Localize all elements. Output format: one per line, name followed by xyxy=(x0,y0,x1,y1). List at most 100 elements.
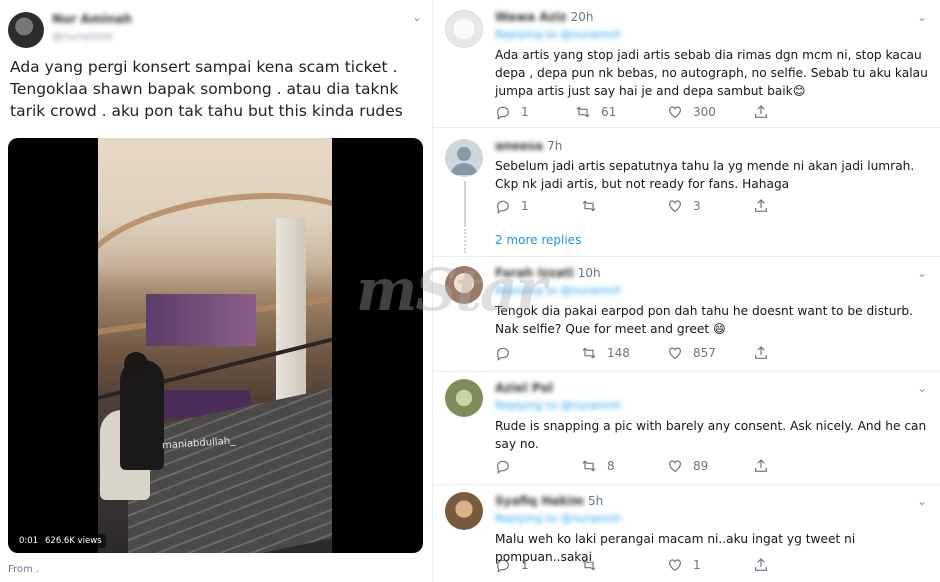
op-avatar[interactable] xyxy=(8,12,44,48)
retweet-icon xyxy=(576,106,590,118)
video-views: 626.6K views xyxy=(41,534,106,548)
reply-icon xyxy=(497,460,509,474)
share-icon xyxy=(755,105,767,118)
source-footer[interactable]: From . xyxy=(8,564,39,575)
heart-icon xyxy=(669,106,681,119)
retweet-button[interactable]: 148 xyxy=(581,344,630,362)
share-icon xyxy=(755,459,767,472)
video-time: 0:01 xyxy=(15,534,43,548)
reply-button[interactable]: 1 xyxy=(495,103,529,121)
heart-icon xyxy=(669,460,681,473)
like-count: 3 xyxy=(693,199,701,213)
reply-time: 10h xyxy=(577,266,601,280)
reply-icon xyxy=(497,559,509,573)
retweet-button[interactable]: 61 xyxy=(575,103,616,121)
reply-button[interactable] xyxy=(495,457,521,475)
reply-text: Rude is snapping a pic with barely any c… xyxy=(495,419,927,451)
reply-button[interactable] xyxy=(495,344,521,362)
reply-time: 7h xyxy=(547,139,563,153)
like-count: 1 xyxy=(693,558,701,572)
heart-icon xyxy=(669,559,681,572)
reply-count: 1 xyxy=(521,558,529,572)
like-count: 89 xyxy=(693,459,709,473)
reply-header[interactable]: Aziel Pol xyxy=(495,381,557,395)
replying-to[interactable]: Replying to @nuramnh xyxy=(495,28,621,41)
reply-header[interactable]: Wawa Aziz 20h xyxy=(495,10,594,24)
like-count: 300 xyxy=(693,105,716,119)
reply-text: Ada artis yang stop jadi artis sebab dia… xyxy=(495,48,928,98)
share-button[interactable] xyxy=(753,103,779,121)
replying-to[interactable]: Replying to @nuramnh xyxy=(495,284,621,297)
action-bar: 1 1 xyxy=(495,556,785,574)
like-button[interactable]: 1 xyxy=(667,556,701,574)
heart-icon xyxy=(669,347,681,360)
action-bar: 1 3 xyxy=(495,197,785,215)
op-author-name[interactable]: Nur Aminah xyxy=(52,12,132,26)
retweet-icon xyxy=(582,200,596,212)
person-head xyxy=(124,352,148,376)
chevron-down-icon[interactable]: ⌄ xyxy=(917,266,927,280)
action-bar: 8 89 xyxy=(495,457,785,475)
like-count: 857 xyxy=(693,346,716,360)
replies-panel: Wawa Aziz 20h ⌄ Replying to @nuramnh Ada … xyxy=(432,0,940,582)
like-button[interactable]: 857 xyxy=(667,344,716,362)
reply-header[interactable]: aneesa 7h xyxy=(495,139,562,153)
reply-item[interactable]: Aziel Pol ⌄ Replying to @nuramnh Rude is… xyxy=(433,373,940,485)
retweet-count: 148 xyxy=(607,346,630,360)
replying-to[interactable]: Replying to @nuramnh xyxy=(495,399,621,412)
share-button[interactable] xyxy=(753,457,779,475)
avatar[interactable] xyxy=(445,10,483,48)
reply-button[interactable]: 1 xyxy=(495,556,529,574)
reply-count: 1 xyxy=(521,199,529,213)
avatar[interactable] xyxy=(445,139,483,177)
reply-item[interactable]: Wawa Aziz 20h ⌄ Replying to @nuramnh Ada … xyxy=(433,0,940,128)
retweet-count: 61 xyxy=(601,105,617,119)
reply-time: 5h xyxy=(587,494,604,508)
chevron-down-icon[interactable]: ⌄ xyxy=(917,10,927,24)
thread-line xyxy=(464,181,466,227)
default-avatar-icon xyxy=(450,147,478,175)
thread-dots xyxy=(464,229,466,253)
reply-header[interactable]: Farah Izzati 10h xyxy=(495,266,601,280)
replying-to[interactable]: Replying to @nuramnh xyxy=(495,512,621,525)
reply-count: 1 xyxy=(521,105,529,119)
action-bar: 1 61 300 xyxy=(495,103,785,121)
avatar[interactable] xyxy=(445,379,483,417)
like-button[interactable]: 300 xyxy=(667,103,716,121)
video-player[interactable]: maniabdullah_ 0:01 626.6K views xyxy=(8,138,423,553)
retweet-button[interactable]: 8 xyxy=(581,457,615,475)
retweet-count: 8 xyxy=(607,459,615,473)
retweet-icon xyxy=(582,347,596,359)
op-tweet-text: Ada yang pergi konsert sampai kena scam … xyxy=(10,58,403,120)
reply-icon xyxy=(497,347,509,361)
op-author-handle[interactable]: @nuramnh xyxy=(52,30,113,43)
share-button[interactable] xyxy=(753,197,779,215)
action-bar: 148 857 xyxy=(495,344,785,362)
reply-button[interactable]: 1 xyxy=(495,197,529,215)
chevron-down-icon[interactable]: ⌄ xyxy=(917,494,927,508)
share-icon xyxy=(755,346,767,359)
reply-item[interactable]: Farah Izzati 10h ⌄ Replying to @nuramnh T… xyxy=(433,258,940,372)
reply-icon xyxy=(497,200,509,214)
person xyxy=(120,360,164,470)
retweet-button[interactable] xyxy=(581,197,607,215)
reply-item[interactable]: aneesa 7h Sebelum jadi artis sepatutnya t… xyxy=(433,129,940,257)
like-button[interactable]: 3 xyxy=(667,197,701,215)
reply-item[interactable]: Syafiq Hakim 5h ⌄ Replying to @nuramnh Ma… xyxy=(433,486,940,582)
reply-text: Tengok dia pakai earpod pon dah tahu he … xyxy=(495,304,914,336)
retweet-button[interactable] xyxy=(581,556,607,574)
avatar[interactable] xyxy=(445,492,483,530)
share-button[interactable] xyxy=(753,556,779,574)
original-tweet: Nur Aminah @nuramnh ⌄ Ada yang pergi kon… xyxy=(0,0,432,582)
avatar[interactable] xyxy=(445,266,483,304)
share-button[interactable] xyxy=(753,344,779,362)
like-button[interactable]: 89 xyxy=(667,457,708,475)
more-replies-link[interactable]: 2 more replies xyxy=(495,233,581,247)
chevron-down-icon[interactable]: ⌄ xyxy=(917,381,927,395)
share-icon xyxy=(755,558,767,571)
reply-header[interactable]: Syafiq Hakim 5h xyxy=(495,494,603,508)
billboard xyxy=(146,294,256,346)
chevron-down-icon[interactable]: ⌄ xyxy=(412,10,422,24)
reply-time: 20h xyxy=(570,10,594,24)
video-frame[interactable]: maniabdullah_ xyxy=(98,138,332,553)
